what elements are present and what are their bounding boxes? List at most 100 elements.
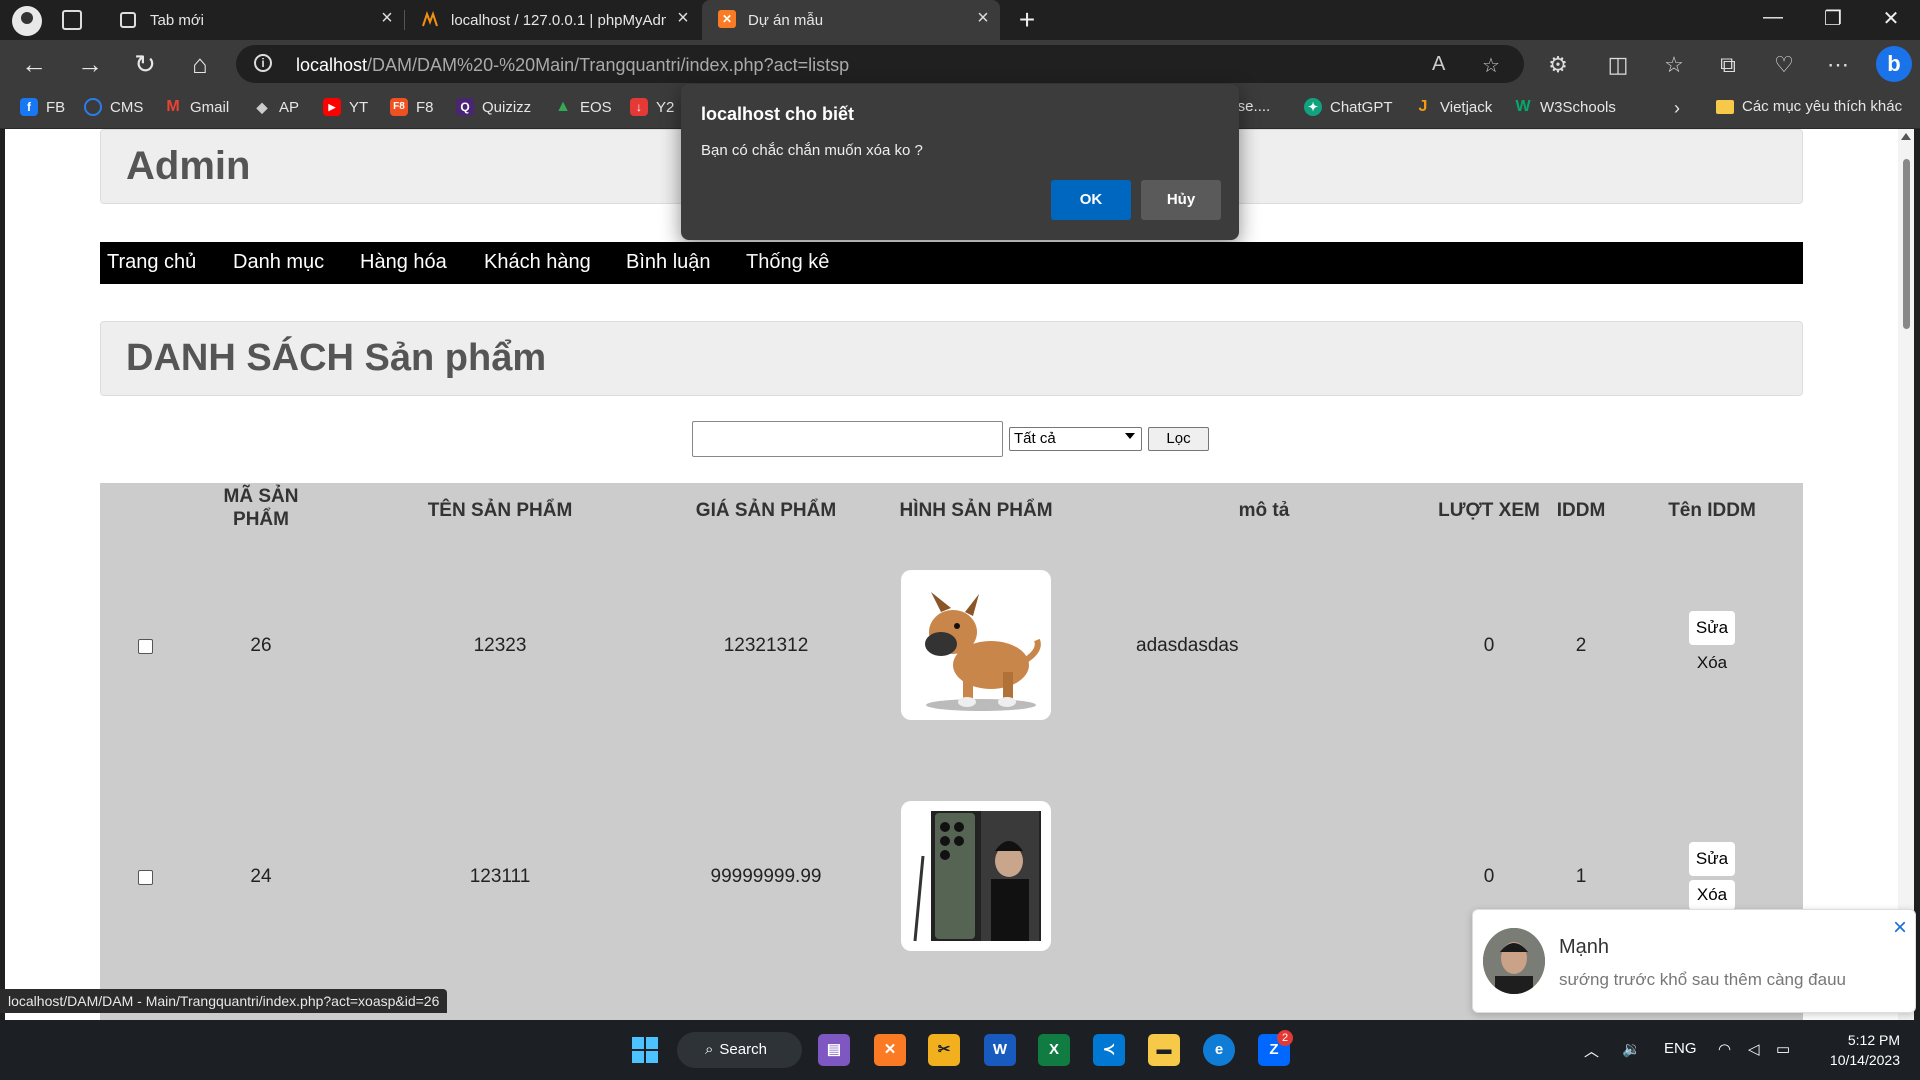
taskbar-search[interactable]: ⌕ Search	[677, 1032, 802, 1068]
filter-button[interactable]: Lọc	[1148, 427, 1209, 451]
tab-actions-icon[interactable]	[62, 10, 82, 30]
bookmark-w3schools[interactable]: W W3Schools	[1514, 98, 1615, 116]
bookmark-vietjack[interactable]: J Vietjack	[1414, 98, 1493, 116]
sender-name: Mạnh	[1559, 936, 1610, 958]
favorite-star-icon[interactable]: ☆	[1482, 53, 1500, 78]
date: 10/14/2023	[1829, 1052, 1900, 1068]
new-tab-button[interactable]: +	[1012, 4, 1042, 36]
close-tab-icon[interactable]: ×	[378, 8, 396, 28]
menu-item-danh-muc[interactable]: Danh mục	[233, 251, 324, 274]
cell-ten: 12323	[473, 635, 527, 656]
vscode-icon[interactable]: ≺	[1093, 1034, 1125, 1066]
tab-du-an-mau[interactable]: ✕ Dự án mẫu ×	[702, 0, 1000, 40]
speaker-mic-icon[interactable]: 🔉	[1622, 1040, 1641, 1058]
dialog-title: localhost cho biết	[701, 104, 855, 124]
bookmark-eos[interactable]: ▲ EOS	[554, 98, 612, 116]
home-icon[interactable]: ⌂	[186, 50, 214, 78]
delete-link[interactable]: Xóa	[1689, 651, 1735, 675]
tab-new-tab[interactable]: Tab mới ×	[104, 0, 404, 40]
phpmyadmin-icon	[422, 11, 438, 27]
bookmark-cms[interactable]: CMS	[84, 98, 143, 116]
close-tab-icon[interactable]: ×	[974, 8, 992, 28]
taskbar: ⌕ Search ▤ ✕ ✂ W X ≺ ▬ e Z 2 ︿ 🔉 ENG ◠ ◁ …	[0, 1020, 1920, 1080]
bookmark-quizizz[interactable]: Q Quizizz	[456, 98, 531, 116]
quizizz-icon: Q	[456, 98, 474, 116]
file-explorer-icon[interactable]: ▬	[1148, 1034, 1180, 1066]
xampp-taskbar-icon[interactable]: ✕	[874, 1034, 906, 1066]
toolbar: ← → ↻ ⌂ i localhost/DAM/DAM%20-%20Main/T…	[0, 40, 1920, 88]
edit-button[interactable]: Sửa	[1689, 611, 1735, 645]
newtab-icon	[120, 12, 136, 28]
scroll-up-icon[interactable]	[1901, 133, 1911, 140]
volume-icon[interactable]: ◁	[1748, 1040, 1760, 1058]
close-window-icon[interactable]: ✕	[1868, 6, 1914, 31]
site-info-icon[interactable]: i	[254, 54, 272, 72]
search-input[interactable]	[692, 421, 1003, 457]
menu-item-khach-hang[interactable]: Khách hàng	[484, 251, 591, 274]
tab-phpmyadmin[interactable]: localhost / 127.0.0.1 | phpMyAdmin ×	[405, 0, 700, 40]
menu-item-binh-luan[interactable]: Bình luận	[626, 251, 711, 274]
row-checkbox[interactable]	[138, 639, 153, 654]
refresh-icon[interactable]: ↻	[131, 50, 159, 78]
wifi-icon[interactable]: ◠	[1718, 1040, 1731, 1058]
language-indicator[interactable]: ENG	[1664, 1040, 1697, 1057]
forward-icon[interactable]: →	[76, 50, 104, 78]
admin-title: Admin	[126, 144, 251, 188]
bookmark-ap[interactable]: ◆ AP	[253, 98, 299, 116]
page-title: DANH SÁCH Sản phẩm	[126, 337, 547, 379]
scroll-thumb[interactable]	[1903, 159, 1910, 329]
more-menu-icon[interactable]: ⋯	[1824, 52, 1852, 78]
section-header: DANH SÁCH Sản phẩm	[100, 321, 1803, 396]
chat-notification[interactable]: Mạnh sướng trước khổ sau thêm càng đauu …	[1472, 909, 1916, 1013]
clock[interactable]: 5:12 PM 10/14/2023	[1800, 1030, 1900, 1070]
cancel-button[interactable]: Hủy	[1141, 180, 1221, 220]
favorites-icon[interactable]: ☆	[1660, 52, 1688, 78]
edit-button[interactable]: Sửa	[1689, 842, 1735, 876]
split-screen-icon[interactable]: ◫	[1604, 52, 1632, 78]
windows-start-icon[interactable]	[629, 1034, 661, 1066]
bookmark-f8[interactable]: F8 F8	[390, 98, 434, 116]
f8-icon: F8	[390, 98, 408, 116]
vietjack-icon: J	[1418, 98, 1428, 115]
read-aloud-icon[interactable]: A	[1432, 53, 1445, 76]
ok-button[interactable]: OK	[1051, 180, 1131, 220]
product-image-phone	[901, 801, 1051, 951]
media-icon[interactable]: ▤	[818, 1034, 850, 1066]
copilot-icon[interactable]: b	[1876, 46, 1912, 82]
collections-icon[interactable]: ⧉	[1714, 52, 1742, 78]
close-icon[interactable]: ×	[1893, 914, 1907, 942]
page-scrollbar[interactable]	[1898, 129, 1914, 1020]
bookmark-chatgpt[interactable]: ✦ ChatGPT	[1304, 98, 1393, 116]
battery-icon[interactable]: ▭	[1776, 1040, 1790, 1058]
chevron-right-icon[interactable]: ›	[1674, 98, 1680, 119]
snipping-tool-icon[interactable]: ✂	[928, 1034, 960, 1066]
menu-item-hang-hoa[interactable]: Hàng hóa	[360, 251, 447, 274]
back-icon[interactable]: ←	[20, 50, 48, 78]
cell-iddm: 2	[1575, 635, 1587, 656]
browser-essentials-icon[interactable]: ♡	[1770, 52, 1798, 78]
excel-icon[interactable]: X	[1038, 1034, 1070, 1066]
bookmark-fb[interactable]: f FB	[20, 98, 65, 116]
row-checkbox[interactable]	[138, 870, 153, 885]
tab-title: Dự án mẫu	[748, 11, 824, 29]
edge-icon[interactable]: e	[1203, 1034, 1235, 1066]
minimize-icon[interactable]: —	[1750, 6, 1796, 29]
profile-icon[interactable]	[12, 6, 42, 36]
bookmark-y2[interactable]: ↓ Y2	[630, 98, 674, 116]
bookmark-gmail[interactable]: M Gmail	[164, 98, 229, 116]
bookmark-yt[interactable]: ▶ YT	[323, 98, 368, 116]
chevron-up-icon[interactable]: ︿	[1584, 1040, 1599, 1061]
w3schools-icon: W	[1515, 98, 1531, 115]
delete-link[interactable]: Xóa	[1689, 880, 1735, 910]
restore-icon[interactable]: ❐	[1810, 6, 1856, 31]
close-tab-icon[interactable]: ×	[674, 8, 692, 28]
address-bar[interactable]: i localhost/DAM/DAM%20-%20Main/Trangquan…	[236, 45, 1524, 83]
main-menu: Trang chủ Danh mục Hàng hóa Khách hàng B…	[100, 242, 1803, 284]
menu-item-trang-chu[interactable]: Trang chủ	[107, 251, 196, 274]
extensions-icon[interactable]: ⚙	[1544, 52, 1572, 78]
menu-item-thong-ke[interactable]: Thống kê	[746, 251, 829, 274]
word-icon[interactable]: W	[984, 1034, 1016, 1066]
other-favorites[interactable]: Các mục yêu thích khác	[1716, 98, 1902, 115]
folder-icon	[1716, 99, 1734, 114]
category-select[interactable]: Tất cả	[1009, 427, 1142, 451]
